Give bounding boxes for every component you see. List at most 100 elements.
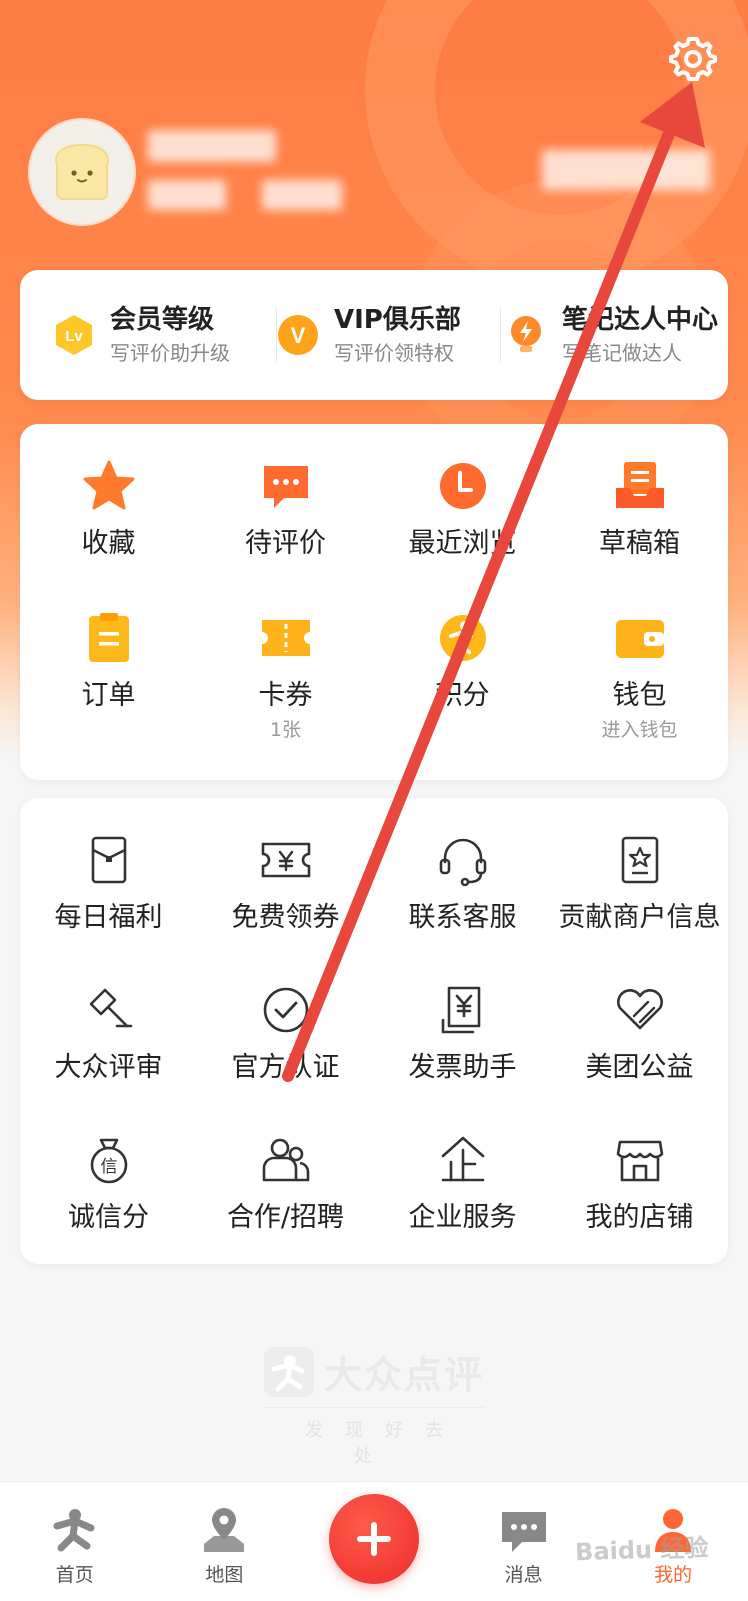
- star-card-icon: [621, 836, 658, 884]
- user-profile-header[interactable]: [30, 120, 720, 230]
- star-icon: [83, 460, 134, 510]
- invoice-assistant-entry[interactable]: 发票助手: [374, 982, 551, 1132]
- meituan-charity-label: 美团公益: [585, 1052, 694, 1083]
- tab-map[interactable]: 地图: [150, 1482, 300, 1601]
- recent-browse-entry[interactable]: 最近浏览: [374, 458, 551, 610]
- to-review-entry[interactable]: 待评价: [197, 458, 374, 610]
- drafts-label: 草稿箱: [599, 528, 680, 559]
- favorites-entry[interactable]: 收藏: [20, 458, 197, 610]
- contribute-merchant-entry[interactable]: 贡献商户信息: [551, 832, 728, 982]
- notes-expert-title: 笔记达人中心: [562, 305, 719, 335]
- daily-benefits-label: 每日福利: [54, 902, 163, 933]
- coupons-label: 卡券: [258, 680, 313, 711]
- to-review-label: 待评价: [245, 528, 326, 559]
- plus-icon: [356, 1522, 391, 1556]
- user-info-blurred-2: [262, 180, 342, 210]
- official-verification-entry[interactable]: 官方认证: [197, 982, 374, 1132]
- red-envelope-icon: [91, 836, 126, 884]
- wallet-label: 钱包: [612, 680, 667, 711]
- toast-avatar-icon: [55, 143, 109, 200]
- recent-browse-label: 最近浏览: [408, 528, 517, 559]
- tab-home-label: 首页: [55, 1564, 94, 1586]
- personal-tools-card: 收藏 待评价 最近浏览 草稿箱 订单 卡券 1张 积分 钱包 进入钱包: [20, 424, 728, 780]
- svg-text:信: 信: [100, 1157, 117, 1177]
- coupons-entry[interactable]: 卡券 1张: [197, 610, 374, 762]
- username-blurred: [148, 130, 276, 162]
- tab-home[interactable]: 首页: [0, 1482, 150, 1601]
- wallet-entry[interactable]: 钱包 进入钱包: [551, 610, 728, 762]
- level-badge-icon: Lv: [56, 315, 92, 355]
- storefront-icon: [616, 1140, 663, 1182]
- points-label: 积分: [435, 680, 490, 711]
- svg-text:Lv: Lv: [65, 328, 83, 345]
- favorites-label: 收藏: [81, 528, 136, 559]
- clipboard-icon: [88, 613, 129, 662]
- my-store-label: 我的店铺: [585, 1202, 694, 1233]
- yen-ticket-icon: [261, 842, 310, 878]
- member-level-subtitle: 写评价助升级: [110, 341, 230, 365]
- enterprise-services-entry[interactable]: 企业服务: [374, 1132, 551, 1282]
- invoice-icon: [441, 986, 480, 1034]
- ticket-icon: [261, 620, 310, 656]
- member-level-entry[interactable]: Lv 会员等级 写评价助升级: [20, 290, 276, 380]
- dianping-logo-icon: [264, 1346, 314, 1397]
- people-icon: [262, 1138, 309, 1182]
- orders-entry[interactable]: 订单: [20, 610, 197, 762]
- points-entry[interactable]: 积分: [374, 610, 551, 762]
- credit-bag-icon: 信: [90, 1138, 127, 1184]
- check-circle-icon: [263, 987, 308, 1033]
- cooperation-recruitment-label: 合作/招聘: [226, 1202, 345, 1233]
- points-icon: [439, 615, 486, 661]
- enterprise-icon: [441, 1136, 484, 1182]
- tab-messages-label: 消息: [504, 1564, 543, 1586]
- services-card: 每日福利 免费领券 联系客服 贡献商户信息 大众评审 官方认证 发票助手 美团公…: [20, 798, 728, 1264]
- user-info-blurred: [148, 180, 226, 210]
- wallet-subtitle: 进入钱包: [601, 719, 678, 741]
- brand-name: 大众点评: [324, 1353, 485, 1397]
- clock-icon: [439, 463, 486, 509]
- orders-label: 订单: [81, 680, 136, 711]
- tab-create[interactable]: [299, 1482, 449, 1601]
- credit-score-label: 诚信分: [68, 1202, 149, 1233]
- my-store-entry[interactable]: 我的店铺: [551, 1132, 728, 1282]
- member-level-title: 会员等级: [110, 305, 215, 335]
- settings-gear-icon[interactable]: [668, 33, 718, 83]
- brand-footer: 大众点评 发现好去处: [264, 1344, 484, 1468]
- contribute-merchant-label: 贡献商户信息: [558, 902, 721, 933]
- cooperation-recruitment-entry[interactable]: 合作/招聘: [197, 1132, 374, 1282]
- customer-service-entry[interactable]: 联系客服: [374, 832, 551, 982]
- invoice-assistant-label: 发票助手: [408, 1052, 517, 1083]
- watermark: Baidu 经验: [574, 1533, 709, 1567]
- brand-slogan: 发现好去处: [264, 1407, 484, 1468]
- notes-expert-entry[interactable]: 笔记达人中心 写笔记做达人: [500, 290, 728, 380]
- profile-page: Lv 会员等级 写评价助升级 V VIP俱乐部 写评价领特权 笔记达人中心 写笔…: [0, 0, 748, 1601]
- meituan-charity-entry[interactable]: 美团公益: [551, 982, 728, 1132]
- svg-text:V: V: [291, 323, 306, 348]
- customer-service-label: 联系客服: [408, 902, 517, 933]
- comment-icon: [263, 466, 308, 508]
- user-stats-blurred: [542, 150, 710, 190]
- notes-expert-subtitle: 写笔记做达人: [562, 341, 682, 365]
- tab-map-label: 地图: [205, 1564, 244, 1586]
- enterprise-services-label: 企业服务: [408, 1202, 517, 1233]
- membership-card: Lv 会员等级 写评价助升级 V VIP俱乐部 写评价领特权 笔记达人中心 写笔…: [20, 270, 728, 400]
- home-person-icon: [53, 1509, 95, 1552]
- avatar[interactable]: [30, 120, 134, 224]
- create-plus-button[interactable]: [328, 1494, 419, 1584]
- vip-badge-icon: V: [278, 315, 318, 355]
- daily-benefits-entry[interactable]: 每日福利: [20, 832, 197, 982]
- drafts-entry[interactable]: 草稿箱: [551, 458, 728, 610]
- public-review-entry[interactable]: 大众评审: [20, 982, 197, 1132]
- public-review-label: 大众评审: [54, 1052, 163, 1083]
- credit-score-entry[interactable]: 信 诚信分: [20, 1132, 197, 1282]
- gavel-icon: [89, 988, 132, 1028]
- official-verification-label: 官方认证: [231, 1052, 340, 1083]
- free-coupons-entry[interactable]: 免费领券: [197, 832, 374, 982]
- bolt-bulb-icon: [511, 316, 541, 352]
- vip-club-entry[interactable]: V VIP俱乐部 写评价领特权: [276, 290, 500, 380]
- wallet-icon: [615, 620, 664, 658]
- map-pin-icon: [204, 1508, 245, 1552]
- vip-club-subtitle: 写评价领特权: [334, 341, 454, 365]
- drafts-tray-icon: [615, 462, 664, 508]
- charity-heart-icon: [616, 989, 663, 1030]
